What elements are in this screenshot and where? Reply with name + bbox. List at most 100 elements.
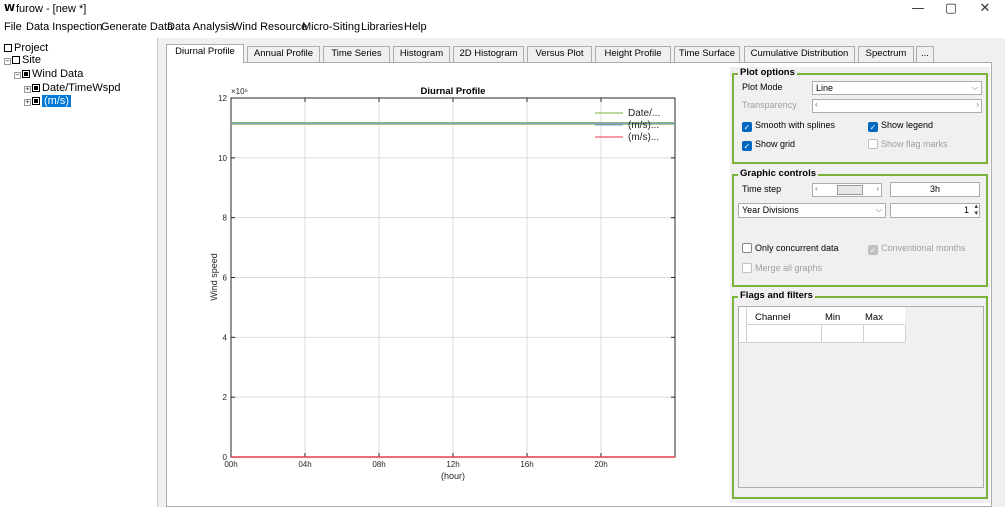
tab-time-series[interactable]: Time Series	[323, 46, 390, 62]
tree-node-site[interactable]: − Site	[4, 54, 41, 66]
right-arrow-icon[interactable]: ›	[876, 184, 879, 193]
chevron-down-icon: ⌵	[875, 205, 882, 214]
close-icon[interactable]: ✕	[970, 1, 1000, 17]
checkbox-label: Conventional months	[881, 243, 966, 253]
column-divider	[905, 325, 906, 343]
tree-label: Project	[14, 42, 49, 54]
show-grid-checkbox[interactable]: ✓ Show grid	[742, 139, 795, 151]
checkbox-checked-icon: ✓	[742, 122, 752, 132]
transparency-label: Transparency	[742, 100, 797, 110]
plot-mode-select[interactable]: Line ⌵	[812, 81, 982, 95]
checkbox-icon[interactable]	[32, 97, 40, 105]
time-step-label: Time step	[742, 184, 782, 194]
y-tick-label: 10	[218, 154, 227, 163]
chart-title: Diurnal Profile	[421, 86, 486, 97]
window-title: furow - [new *]	[16, 3, 87, 15]
legend-entry: (m/s)...	[628, 132, 659, 143]
menu-data-inspection[interactable]: Data Inspection	[26, 21, 102, 33]
collapse-icon[interactable]: −	[4, 58, 11, 65]
spinner-arrows-icon[interactable]: ▴ ▾	[974, 203, 978, 217]
tab-cumulative-distribution[interactable]: Cumulative Distribution	[744, 46, 855, 62]
tab-more[interactable]: ...	[916, 46, 934, 62]
y-tick-label: 4	[223, 333, 228, 342]
menu-help[interactable]: Help	[404, 21, 427, 33]
grid-layer	[231, 98, 675, 457]
time-step-slider[interactable]: ‹ ›	[812, 183, 882, 197]
menu-micro-siting[interactable]: Micro-Siting	[302, 21, 360, 33]
conventional-months-checkbox[interactable]: ✓ Conventional months	[868, 243, 966, 255]
tab-2d-histogram[interactable]: 2D Histogram	[453, 46, 524, 62]
menu-wind-resource[interactable]: Wind Resource	[232, 21, 307, 33]
menu-libraries[interactable]: Libraries	[361, 21, 403, 33]
divisions-select[interactable]: Year Divisions ⌵	[738, 203, 886, 218]
divisions-value: Year Divisions	[742, 205, 799, 215]
smooth-splines-checkbox[interactable]: ✓ Smooth with splines	[742, 120, 835, 132]
checkbox-label: Show legend	[881, 120, 934, 130]
tree-label: Wind Data	[32, 68, 84, 80]
flags-table[interactable]: Channel Min Max	[738, 306, 984, 488]
tab-histogram[interactable]: Histogram	[393, 46, 450, 62]
column-divider	[863, 325, 864, 343]
diurnal-profile-chart[interactable]: 00h 04h 08h 12h 16h 20h024681012 Diurnal Prof…	[167, 63, 727, 508]
menu-file[interactable]: File	[4, 21, 22, 33]
tree-node-channel-date[interactable]: + Date/TimeWspd	[24, 82, 120, 94]
maximize-icon[interactable]: ▢	[936, 1, 966, 17]
checkbox-icon[interactable]	[12, 56, 20, 64]
menu-generate-data[interactable]: Generate Data	[101, 21, 173, 33]
y-tick-label: 8	[223, 214, 228, 223]
plot-mode-label: Plot Mode	[742, 82, 783, 92]
show-legend-checkbox[interactable]: ✓ Show legend	[868, 120, 933, 132]
time-step-field[interactable]: 3h	[890, 182, 980, 197]
transparency-slider[interactable]: ‹ ›	[812, 99, 982, 113]
tree-label-selected: (m/s)	[42, 95, 72, 107]
tree-node-channel-ms[interactable]: + (m/s)	[24, 95, 72, 107]
merge-graphs-checkbox[interactable]: Merge all graphs	[742, 263, 822, 274]
minimize-icon[interactable]: —	[903, 1, 933, 17]
tab-annual-profile[interactable]: Annual Profile	[247, 46, 320, 62]
column-header-max: Max	[865, 312, 883, 323]
expand-icon[interactable]: +	[24, 86, 31, 93]
project-tree: Project − Site − Wind Data + Date/TimeWspd …	[0, 38, 158, 507]
tree-node-wind-data[interactable]: − Wind Data	[14, 68, 83, 80]
x-axis-label: (hour)	[441, 471, 465, 481]
tab-height-profile[interactable]: Height Profile	[595, 46, 671, 62]
only-concurrent-checkbox[interactable]: Only concurrent data	[742, 243, 839, 254]
row-header	[739, 307, 747, 343]
collapse-icon[interactable]: −	[14, 72, 21, 79]
legend: Date/...(m/s)...(m/s)...	[595, 108, 660, 143]
menu-data-analysis[interactable]: Data Analysis	[167, 21, 234, 33]
show-flag-marks-checkbox[interactable]: Show flag marks	[868, 139, 948, 150]
y-axis-label: Wind speed	[209, 253, 219, 301]
tab-diurnal-profile[interactable]: Diurnal Profile	[166, 44, 244, 63]
checkbox-checked-icon: ✓	[868, 245, 878, 255]
y-tick-label: 2	[223, 393, 228, 402]
tree-label: Site	[22, 54, 41, 66]
y-tick-label: 6	[223, 274, 228, 283]
graphic-controls-group: Graphic controls Time step ‹ › 3h Year D…	[732, 168, 988, 287]
checkbox-icon[interactable]	[4, 44, 12, 52]
checkbox-icon[interactable]	[22, 70, 30, 78]
tab-time-surface[interactable]: Time Surface	[674, 46, 740, 62]
checkbox-icon[interactable]	[32, 84, 40, 92]
plot-area[interactable]: 00h 04h 08h 12h 16h 20h 0 2 4 6 8 10 12 Diurnal Prof…	[167, 63, 727, 508]
ticks-layer: 00h 04h 08h 12h 16h 20h024681012	[218, 94, 675, 469]
checkbox-checked-icon: ✓	[868, 122, 878, 132]
tree-label: Date/TimeWspd	[42, 82, 121, 94]
slider-thumb[interactable]	[837, 185, 863, 195]
divisions-count-stepper[interactable]: 1 ▴ ▾	[890, 203, 980, 218]
checkbox-checked-icon: ✓	[742, 141, 752, 151]
options-panel: Plot options Plot Mode Line ⌵ Transparenc…	[730, 67, 990, 503]
checkbox-label: Show flag marks	[881, 139, 948, 149]
y-tick-label: 12	[218, 94, 227, 103]
tab-spectrum[interactable]: Spectrum	[858, 46, 914, 62]
tree-node-project[interactable]: Project	[4, 42, 48, 54]
expand-icon[interactable]: +	[24, 99, 31, 106]
left-arrow-icon[interactable]: ‹	[815, 184, 818, 193]
checkbox-label: Only concurrent data	[755, 243, 839, 253]
tab-versus-plot[interactable]: Versus Plot	[527, 46, 592, 62]
left-arrow-icon[interactable]: ‹	[815, 100, 818, 109]
flags-filters-group: Flags and filters Channel Min Max	[732, 290, 988, 499]
column-header-channel: Channel	[755, 312, 791, 323]
right-arrow-icon[interactable]: ›	[976, 100, 979, 109]
column-divider	[821, 325, 822, 343]
